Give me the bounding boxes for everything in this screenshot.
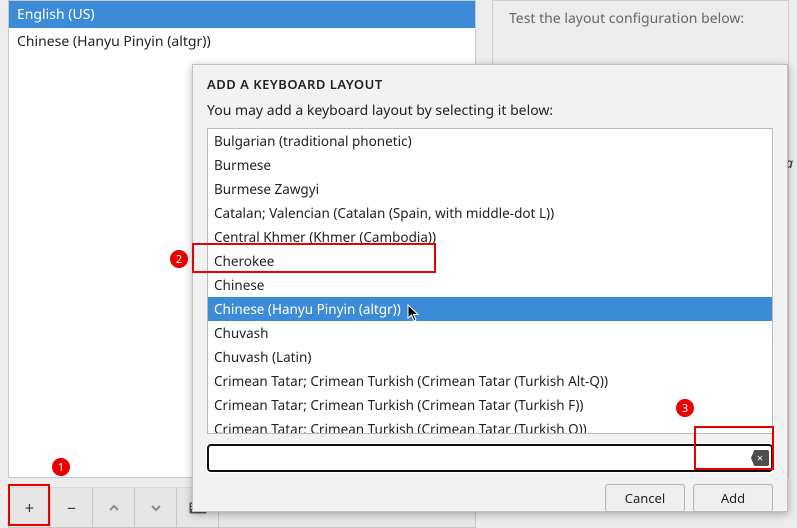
clear-search-icon[interactable]: × bbox=[751, 450, 769, 466]
modal-backdrop: ADD A KEYBOARD LAYOUT You may add a keyb… bbox=[0, 32, 797, 528]
dialog-title: ADD A KEYBOARD LAYOUT bbox=[207, 75, 773, 93]
installed-layout-row[interactable]: English (US) bbox=[9, 1, 475, 28]
available-layout-item[interactable]: Crimean Tatar; Crimean Turkish (Crimean … bbox=[208, 393, 772, 417]
layout-search-input[interactable] bbox=[207, 444, 773, 472]
available-layout-item[interactable]: Burmese Zawgyi bbox=[208, 177, 772, 201]
app-root: English (US) Chinese (Hanyu Pinyin (altg… bbox=[0, 0, 797, 528]
installed-layout-label: English (US) bbox=[17, 5, 95, 24]
add-keyboard-layout-dialog: ADD A KEYBOARD LAYOUT You may add a keyb… bbox=[192, 64, 788, 512]
test-area-label: Test the layout configuration below: bbox=[509, 9, 744, 28]
dialog-header: ADD A KEYBOARD LAYOUT bbox=[193, 65, 787, 95]
search-row: × bbox=[207, 444, 773, 472]
available-layout-item[interactable]: Chinese (Hanyu Pinyin (altgr)) bbox=[208, 297, 772, 321]
available-layout-item[interactable]: Chinese bbox=[208, 273, 772, 297]
available-layout-item[interactable]: Chuvash bbox=[208, 321, 772, 345]
available-layout-item[interactable]: Chuvash (Latin) bbox=[208, 345, 772, 369]
available-layout-item[interactable]: Crimean Tatar; Crimean Turkish (Crimean … bbox=[208, 369, 772, 393]
available-layouts-list[interactable]: Bulgarian (traditional phonetic)BurmeseB… bbox=[207, 128, 773, 434]
available-layout-item[interactable]: Cherokee bbox=[208, 249, 772, 273]
available-layout-item[interactable]: Burmese bbox=[208, 153, 772, 177]
available-layout-item[interactable]: Catalan; Valencian (Catalan (Spain, with… bbox=[208, 201, 772, 225]
available-layout-item[interactable]: Central Khmer (Khmer (Cambodia)) bbox=[208, 225, 772, 249]
dialog-button-row: Cancel Add bbox=[193, 472, 787, 524]
available-layout-item[interactable]: Crimean Tatar; Crimean Turkish (Crimean … bbox=[208, 417, 772, 434]
add-button[interactable]: Add bbox=[693, 484, 773, 512]
cancel-button[interactable]: Cancel bbox=[605, 484, 685, 512]
available-layout-item[interactable]: Bulgarian (traditional phonetic) bbox=[208, 129, 772, 153]
dialog-subtitle: You may add a keyboard layout by selecti… bbox=[193, 95, 787, 128]
